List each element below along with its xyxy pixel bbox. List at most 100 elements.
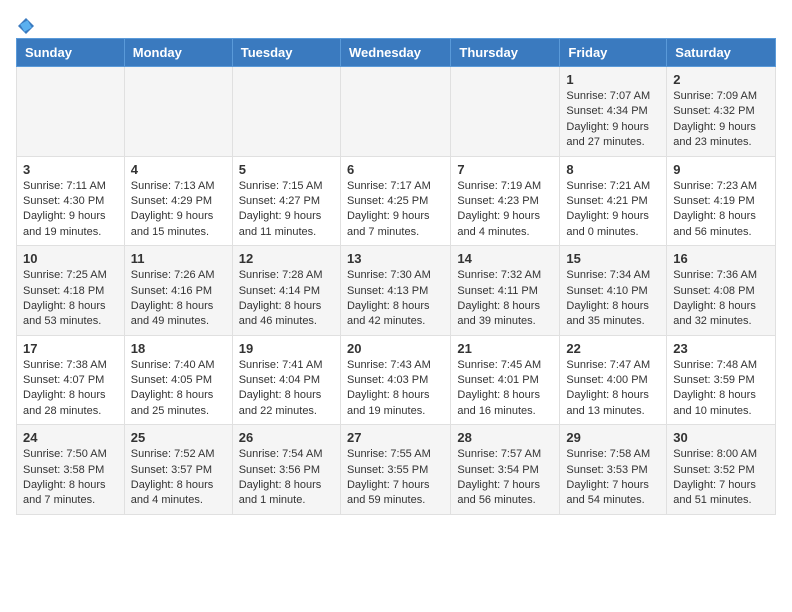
day-content: Sunrise: 7:58 AM Sunset: 3:53 PM Dayligh…	[566, 447, 660, 509]
day-number: 27	[347, 430, 444, 445]
day-number: 9	[673, 162, 769, 177]
day-number: 16	[673, 251, 769, 266]
calendar-cell: 30 Sunrise: 8:00 AM Sunset: 3:52 PM Dayli…	[667, 425, 776, 515]
calendar-cell: 11 Sunrise: 7:26 AM Sunset: 4:16 PM Dayli…	[124, 246, 232, 336]
day-number: 26	[239, 430, 334, 445]
calendar-week-row: 1 Sunrise: 7:07 AM Sunset: 4:34 PM Daylig…	[17, 67, 776, 157]
day-content: Sunrise: 7:25 AM Sunset: 4:18 PM Dayligh…	[23, 268, 118, 330]
day-header-thursday: Thursday	[451, 39, 560, 67]
day-content: Sunrise: 7:40 AM Sunset: 4:05 PM Dayligh…	[131, 358, 226, 420]
calendar-cell: 7Sunrise: 7:19 AM Sunset: 4:23 PM Daylig…	[451, 156, 560, 246]
day-number: 25	[131, 430, 226, 445]
calendar-week-row: 17 Sunrise: 7:38 AM Sunset: 4:07 PM Dayli…	[17, 335, 776, 425]
day-content: Sunrise: 7:34 AM Sunset: 4:10 PM Dayligh…	[566, 268, 660, 330]
calendar-cell: 17 Sunrise: 7:38 AM Sunset: 4:07 PM Dayli…	[17, 335, 125, 425]
calendar-cell: 5 Sunrise: 7:15 AM Sunset: 4:27 PM Daylig…	[232, 156, 340, 246]
calendar-cell: 25 Sunrise: 7:52 AM Sunset: 3:57 PM Dayli…	[124, 425, 232, 515]
day-content: Sunrise: 7:48 AM Sunset: 3:59 PM Dayligh…	[673, 358, 769, 420]
day-number: 24	[23, 430, 118, 445]
day-number: 17	[23, 341, 118, 356]
calendar-cell: 12 Sunrise: 7:28 AM Sunset: 4:14 PM Dayli…	[232, 246, 340, 336]
day-content: Sunrise: 7:43 AM Sunset: 4:03 PM Dayligh…	[347, 358, 444, 420]
day-content: Sunrise: 7:54 AM Sunset: 3:56 PM Dayligh…	[239, 447, 334, 509]
calendar-cell: 28 Sunrise: 7:57 AM Sunset: 3:54 PM Dayli…	[451, 425, 560, 515]
day-header-friday: Friday	[560, 39, 667, 67]
logo	[16, 16, 36, 30]
day-content: Sunrise: 7:28 AM Sunset: 4:14 PM Dayligh…	[239, 268, 334, 330]
calendar-cell	[340, 67, 450, 157]
day-content: Sunrise: 7:57 AM Sunset: 3:54 PM Dayligh…	[457, 447, 553, 509]
calendar-cell: 4 Sunrise: 7:13 AM Sunset: 4:29 PM Daylig…	[124, 156, 232, 246]
day-content: Sunrise: 7:47 AM Sunset: 4:00 PM Dayligh…	[566, 358, 660, 420]
calendar-cell: 29 Sunrise: 7:58 AM Sunset: 3:53 PM Dayli…	[560, 425, 667, 515]
calendar-cell: 10 Sunrise: 7:25 AM Sunset: 4:18 PM Dayli…	[17, 246, 125, 336]
calendar-cell: 19Sunrise: 7:41 AM Sunset: 4:04 PM Dayli…	[232, 335, 340, 425]
day-header-monday: Monday	[124, 39, 232, 67]
calendar-cell: 3Sunrise: 7:11 AM Sunset: 4:30 PM Daylig…	[17, 156, 125, 246]
calendar-cell	[17, 67, 125, 157]
day-content: Sunrise: 7:41 AM Sunset: 4:04 PM Dayligh…	[239, 358, 334, 420]
day-content: Sunrise: 7:11 AM Sunset: 4:30 PM Dayligh…	[23, 179, 118, 241]
day-content: Sunrise: 7:26 AM Sunset: 4:16 PM Dayligh…	[131, 268, 226, 330]
day-number: 8	[566, 162, 660, 177]
calendar-week-row: 3Sunrise: 7:11 AM Sunset: 4:30 PM Daylig…	[17, 156, 776, 246]
day-content: Sunrise: 7:23 AM Sunset: 4:19 PM Dayligh…	[673, 179, 769, 241]
day-number: 6	[347, 162, 444, 177]
day-content: Sunrise: 7:52 AM Sunset: 3:57 PM Dayligh…	[131, 447, 226, 509]
day-number: 5	[239, 162, 334, 177]
calendar-cell: 21Sunrise: 7:45 AM Sunset: 4:01 PM Dayli…	[451, 335, 560, 425]
day-number: 11	[131, 251, 226, 266]
day-number: 29	[566, 430, 660, 445]
calendar-week-row: 10 Sunrise: 7:25 AM Sunset: 4:18 PM Dayli…	[17, 246, 776, 336]
calendar-cell: 2 Sunrise: 7:09 AM Sunset: 4:32 PM Daylig…	[667, 67, 776, 157]
day-number: 18	[131, 341, 226, 356]
day-number: 28	[457, 430, 553, 445]
calendar-cell: 15Sunrise: 7:34 AM Sunset: 4:10 PM Dayli…	[560, 246, 667, 336]
calendar-cell: 16 Sunrise: 7:36 AM Sunset: 4:08 PM Dayli…	[667, 246, 776, 336]
day-content: Sunrise: 7:30 AM Sunset: 4:13 PM Dayligh…	[347, 268, 444, 330]
calendar-cell: 8 Sunrise: 7:21 AM Sunset: 4:21 PM Daylig…	[560, 156, 667, 246]
day-number: 1	[566, 72, 660, 87]
calendar-cell: 18 Sunrise: 7:40 AM Sunset: 4:05 PM Dayli…	[124, 335, 232, 425]
day-header-tuesday: Tuesday	[232, 39, 340, 67]
day-content: Sunrise: 7:15 AM Sunset: 4:27 PM Dayligh…	[239, 179, 334, 241]
day-content: Sunrise: 7:07 AM Sunset: 4:34 PM Dayligh…	[566, 89, 660, 151]
calendar-cell: 13 Sunrise: 7:30 AM Sunset: 4:13 PM Dayli…	[340, 246, 450, 336]
day-content: Sunrise: 7:19 AM Sunset: 4:23 PM Dayligh…	[457, 179, 553, 241]
day-content: Sunrise: 7:36 AM Sunset: 4:08 PM Dayligh…	[673, 268, 769, 330]
day-number: 4	[131, 162, 226, 177]
day-number: 12	[239, 251, 334, 266]
calendar-cell: 1 Sunrise: 7:07 AM Sunset: 4:34 PM Daylig…	[560, 67, 667, 157]
calendar-week-row: 24 Sunrise: 7:50 AM Sunset: 3:58 PM Dayli…	[17, 425, 776, 515]
day-content: Sunrise: 7:55 AM Sunset: 3:55 PM Dayligh…	[347, 447, 444, 509]
day-content: Sunrise: 7:09 AM Sunset: 4:32 PM Dayligh…	[673, 89, 769, 151]
calendar-cell: 20 Sunrise: 7:43 AM Sunset: 4:03 PM Dayli…	[340, 335, 450, 425]
day-header-wednesday: Wednesday	[340, 39, 450, 67]
calendar-cell: 14 Sunrise: 7:32 AM Sunset: 4:11 PM Dayli…	[451, 246, 560, 336]
day-number: 23	[673, 341, 769, 356]
day-content: Sunrise: 7:13 AM Sunset: 4:29 PM Dayligh…	[131, 179, 226, 241]
header	[16, 16, 776, 30]
day-content: Sunrise: 8:00 AM Sunset: 3:52 PM Dayligh…	[673, 447, 769, 509]
day-number: 13	[347, 251, 444, 266]
calendar-cell: 22 Sunrise: 7:47 AM Sunset: 4:00 PM Dayli…	[560, 335, 667, 425]
calendar-header-row: SundayMondayTuesdayWednesdayThursdayFrid…	[17, 39, 776, 67]
logo-icon	[16, 16, 36, 36]
day-number: 2	[673, 72, 769, 87]
day-content: Sunrise: 7:32 AM Sunset: 4:11 PM Dayligh…	[457, 268, 553, 330]
day-number: 22	[566, 341, 660, 356]
day-number: 14	[457, 251, 553, 266]
calendar-cell	[124, 67, 232, 157]
day-header-saturday: Saturday	[667, 39, 776, 67]
day-content: Sunrise: 7:45 AM Sunset: 4:01 PM Dayligh…	[457, 358, 553, 420]
day-number: 30	[673, 430, 769, 445]
day-number: 20	[347, 341, 444, 356]
calendar-cell: 6Sunrise: 7:17 AM Sunset: 4:25 PM Daylig…	[340, 156, 450, 246]
day-content: Sunrise: 7:38 AM Sunset: 4:07 PM Dayligh…	[23, 358, 118, 420]
day-number: 10	[23, 251, 118, 266]
day-content: Sunrise: 7:21 AM Sunset: 4:21 PM Dayligh…	[566, 179, 660, 241]
calendar-cell: 24 Sunrise: 7:50 AM Sunset: 3:58 PM Dayli…	[17, 425, 125, 515]
day-content: Sunrise: 7:50 AM Sunset: 3:58 PM Dayligh…	[23, 447, 118, 509]
calendar-cell: 23 Sunrise: 7:48 AM Sunset: 3:59 PM Dayli…	[667, 335, 776, 425]
calendar-cell: 26 Sunrise: 7:54 AM Sunset: 3:56 PM Dayli…	[232, 425, 340, 515]
